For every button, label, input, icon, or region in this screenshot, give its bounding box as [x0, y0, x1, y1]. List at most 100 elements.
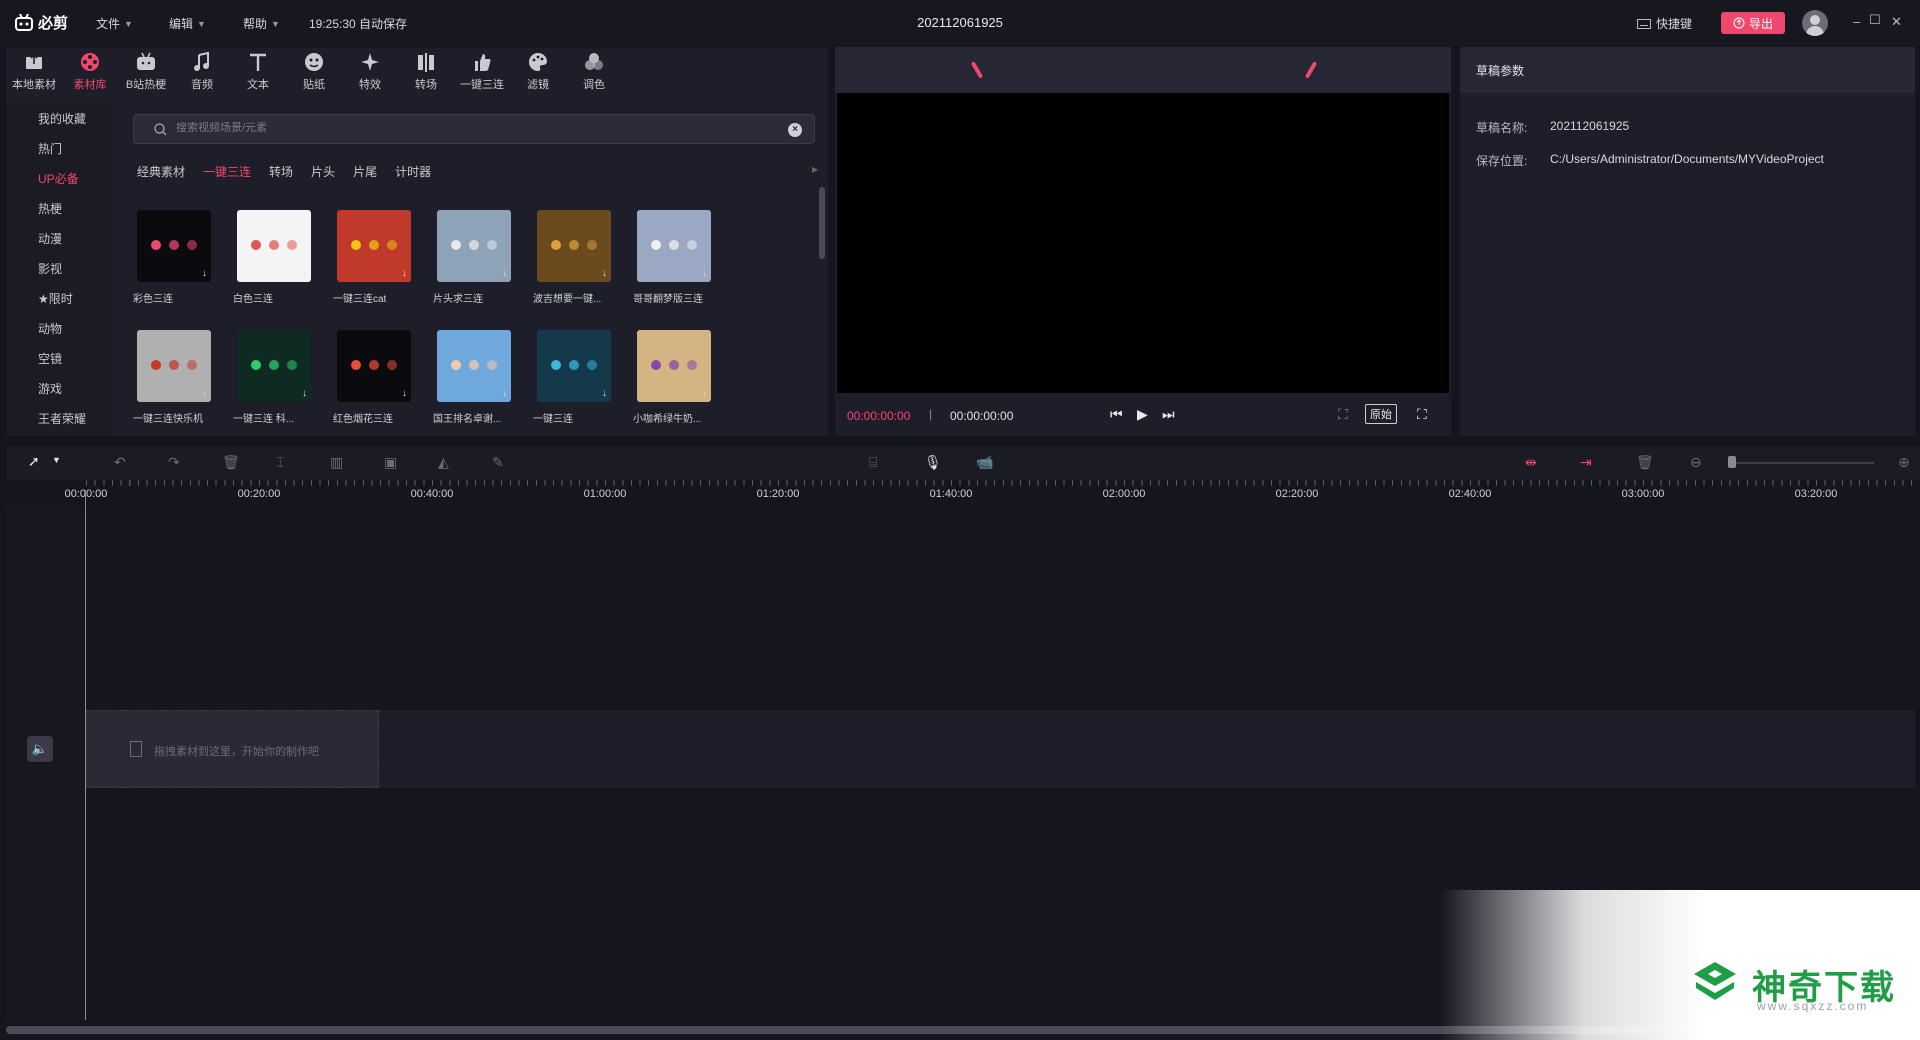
- category-item[interactable]: UP必备: [6, 164, 112, 194]
- zoom-in-icon[interactable]: ⊕: [1898, 454, 1910, 471]
- auto-caption-icon[interactable]: ⌸: [869, 454, 877, 471]
- microphone-icon[interactable]: 🎙: [924, 454, 942, 471]
- shortcut-button[interactable]: 快捷键: [1637, 15, 1692, 32]
- trim-icon[interactable]: ▥: [330, 454, 343, 471]
- download-icon[interactable]: ↓: [402, 388, 407, 399]
- category-item[interactable]: 空镜: [6, 344, 112, 374]
- download-icon[interactable]: ↓: [602, 268, 607, 279]
- download-icon[interactable]: ↓: [202, 388, 207, 399]
- subcategory-tab[interactable]: 一键三连: [203, 163, 251, 180]
- subcategory-tab[interactable]: 经典素材: [137, 163, 185, 180]
- freeze-frame-icon[interactable]: ▣: [384, 454, 397, 471]
- marker-icon[interactable]: ✎: [492, 454, 504, 471]
- mirror-icon[interactable]: ◭: [438, 454, 449, 471]
- fullscreen-icon[interactable]: ⛶: [1417, 406, 1427, 423]
- material-thumbnail[interactable]: ↓: [237, 330, 311, 402]
- tool-thumbs-up[interactable]: 一键三连: [454, 47, 510, 95]
- skip-forward-icon[interactable]: ⏭: [1162, 406, 1175, 423]
- category-item[interactable]: 影视: [6, 254, 112, 284]
- chevron-down-icon[interactable]: ▼: [52, 455, 61, 465]
- properties-title: 草稿参数: [1476, 64, 1525, 78]
- snap-icon[interactable]: ⇹: [1525, 454, 1537, 471]
- download-icon[interactable]: ↓: [502, 268, 507, 279]
- split-icon[interactable]: ⌶: [276, 454, 284, 471]
- download-icon[interactable]: ↓: [402, 268, 407, 279]
- menu-edit[interactable]: 编辑 ▼: [169, 15, 206, 32]
- material-thumbnail[interactable]: ↓: [137, 210, 211, 282]
- tool-tv[interactable]: B站热梗: [118, 47, 174, 95]
- drop-zone[interactable]: 拖拽素材到这里，开始你的制作吧: [85, 710, 379, 788]
- track-mute-button[interactable]: 🔈: [27, 736, 53, 762]
- material-thumbnail[interactable]: ↓: [637, 330, 711, 402]
- avatar[interactable]: [1802, 10, 1828, 36]
- download-icon[interactable]: ↓: [702, 388, 707, 399]
- menu-file[interactable]: 文件 ▼: [96, 15, 133, 32]
- download-icon[interactable]: ↓: [702, 268, 707, 279]
- aspect-ratio-button[interactable]: 原始: [1365, 404, 1397, 424]
- material-thumbnail[interactable]: ↓: [537, 330, 611, 402]
- subcategory-tab[interactable]: 片尾: [353, 163, 377, 180]
- category-item[interactable]: 热门: [6, 134, 112, 164]
- zoom-slider-handle[interactable]: [1728, 456, 1736, 468]
- tool-film-reel[interactable]: 素材库: [62, 47, 118, 95]
- minimize-icon[interactable]: –: [1853, 14, 1860, 29]
- tool-palette[interactable]: 滤镜: [510, 47, 566, 95]
- timeline-ruler[interactable]: 00:00:00 00:20:00 00:40:00 01:00:00 01:20:00…: [6, 480, 1920, 508]
- category-item[interactable]: 热梗: [6, 194, 112, 224]
- download-icon[interactable]: ↓: [602, 388, 607, 399]
- camera-record-icon[interactable]: 📹: [976, 454, 993, 471]
- skip-back-icon[interactable]: ⏮: [1110, 406, 1123, 423]
- chevron-down-icon: ▼: [197, 18, 206, 29]
- select-tool-icon[interactable]: ➚: [28, 453, 40, 470]
- link-track-icon[interactable]: ⇥: [1580, 454, 1592, 471]
- category-item[interactable]: 动漫: [6, 224, 112, 254]
- video-preview[interactable]: [837, 93, 1449, 393]
- material-thumbnail[interactable]: ↓: [337, 210, 411, 282]
- category-item[interactable]: 我的收藏: [6, 104, 112, 134]
- play-icon[interactable]: ▶: [1137, 406, 1148, 423]
- material-thumbnail[interactable]: ↓: [337, 330, 411, 402]
- tool-upload-folder[interactable]: 本地素材: [6, 47, 62, 95]
- ruler-label: 03:00:00: [1621, 488, 1665, 500]
- category-item[interactable]: 游戏: [6, 374, 112, 404]
- subcategory-tab[interactable]: 片头: [311, 163, 335, 180]
- tool-color-adjust[interactable]: 调色: [566, 47, 622, 95]
- download-icon[interactable]: ↓: [302, 268, 307, 279]
- library-scrollbar[interactable]: [819, 187, 825, 259]
- export-button[interactable]: 导出: [1721, 12, 1785, 34]
- delete-track-icon[interactable]: 🗑: [1636, 454, 1654, 471]
- scroll-right-icon[interactable]: ▶: [812, 165, 818, 174]
- search-input[interactable]: [176, 122, 736, 134]
- material-thumbnail[interactable]: ↓: [137, 330, 211, 402]
- tool-sticker[interactable]: 贴纸: [286, 47, 342, 95]
- close-icon[interactable]: ✕: [1891, 14, 1902, 30]
- subcategory-tab[interactable]: 计时器: [395, 163, 431, 180]
- redo-icon[interactable]: ↷: [168, 454, 180, 471]
- maximize-icon[interactable]: ☐: [1869, 12, 1881, 28]
- menu-help[interactable]: 帮助 ▼: [243, 15, 280, 32]
- undo-icon[interactable]: ↶: [114, 454, 126, 471]
- download-icon[interactable]: ↓: [502, 388, 507, 399]
- tool-transition[interactable]: 转场: [398, 47, 454, 95]
- material-thumbnail[interactable]: ↓: [237, 210, 311, 282]
- zoom-slider-track[interactable]: [1732, 462, 1874, 464]
- material-thumbnail[interactable]: ↓: [437, 330, 511, 402]
- material-thumbnail[interactable]: ↓: [437, 210, 511, 282]
- tool-text[interactable]: 文本: [230, 47, 286, 95]
- material-thumbnail[interactable]: ↓: [637, 210, 711, 282]
- clear-search-icon[interactable]: ×: [788, 123, 802, 137]
- search-box[interactable]: ×: [133, 114, 815, 144]
- category-item[interactable]: 王者荣耀: [6, 404, 112, 434]
- crop-icon[interactable]: ⛶: [1338, 406, 1348, 423]
- tool-sparkle[interactable]: 特效: [342, 47, 398, 95]
- category-item[interactable]: ★限时: [6, 284, 112, 314]
- delete-icon[interactable]: 🗑: [222, 454, 240, 471]
- subcategory-tab[interactable]: 转场: [269, 163, 293, 180]
- download-icon[interactable]: ↓: [302, 388, 307, 399]
- tool-music-note[interactable]: 音频: [174, 47, 230, 95]
- zoom-out-icon[interactable]: ⊖: [1690, 454, 1702, 471]
- material-thumbnail[interactable]: ↓: [537, 210, 611, 282]
- download-icon[interactable]: ↓: [202, 268, 207, 279]
- category-item[interactable]: 动物: [6, 314, 112, 344]
- playhead[interactable]: [85, 490, 86, 1020]
